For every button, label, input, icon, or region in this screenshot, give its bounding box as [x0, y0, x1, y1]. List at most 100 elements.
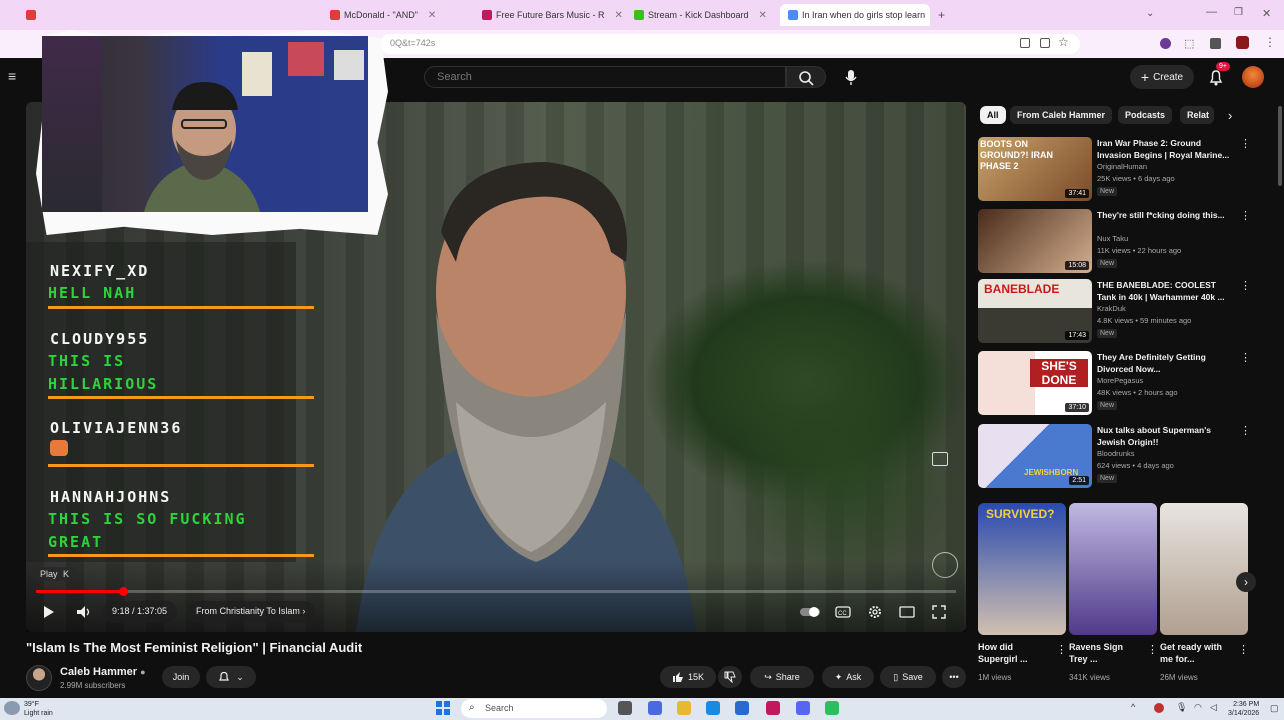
more-options-icon[interactable]: ⋮	[1147, 643, 1158, 656]
chips-next-chevron-icon[interactable]: ›	[1228, 108, 1232, 123]
expand-overlay-icon[interactable]	[932, 452, 948, 466]
maximize-icon[interactable]: ❐	[1234, 7, 1243, 18]
create-button[interactable]: + Create	[1130, 65, 1194, 89]
shorts-next-chevron-icon[interactable]: ›	[1236, 572, 1256, 592]
kick-app-icon[interactable]	[825, 701, 839, 715]
task-view-icon[interactable]	[618, 701, 632, 715]
speaker-icon[interactable]: ◁	[1210, 702, 1217, 713]
recommendation-item[interactable]: JEWISHBORN 2:51 Nux talks about Superman…	[978, 424, 1251, 490]
tray-app-icon[interactable]	[1154, 703, 1164, 713]
microphone-tray-icon[interactable]: 🎙	[1176, 702, 1187, 713]
taskbar-clock[interactable]: 2:36 PM 3/14/2026	[1228, 700, 1259, 718]
chapter-label: From Christianity To Islam	[196, 606, 300, 616]
close-tab-icon[interactable]: ✕	[759, 10, 767, 21]
autoplay-toggle[interactable]	[798, 602, 822, 622]
toggle-icon	[800, 607, 820, 617]
tray-overflow-chevron-icon[interactable]: ^	[1131, 702, 1135, 712]
weather-temp: 39°F	[24, 701, 39, 708]
profile-extension-icon[interactable]	[1210, 38, 1221, 49]
shield-extension-icon[interactable]	[1236, 36, 1249, 49]
more-options-icon[interactable]: ⋮	[1240, 351, 1251, 364]
tab-4-active[interactable]: In Iran when do girls stop learn ✕	[780, 4, 930, 26]
taskbar-search-input[interactable]: Search	[461, 699, 607, 718]
new-tab-icon[interactable]: +	[938, 8, 945, 22]
page-scrollbar[interactable]	[1278, 106, 1282, 186]
discord-icon[interactable]	[796, 701, 810, 715]
more-options-icon[interactable]: ⋮	[1240, 137, 1251, 150]
search-input[interactable]: Search	[424, 66, 786, 88]
chip-podcasts[interactable]: Podcasts	[1118, 106, 1173, 124]
more-options-icon[interactable]: ⋮	[1240, 279, 1251, 292]
notification-center-icon[interactable]: ▢	[1270, 703, 1279, 714]
like-button[interactable]: 15K	[660, 666, 716, 688]
close-tab-icon[interactable]: ✕	[615, 10, 622, 21]
more-options-icon[interactable]: ⋮	[1240, 209, 1251, 222]
weather-widget[interactable]: 39°F Light rain	[24, 700, 53, 718]
close-window-icon[interactable]: ✕	[1262, 7, 1271, 20]
more-actions-button[interactable]: •••	[942, 666, 966, 688]
account-avatar[interactable]	[1242, 66, 1264, 88]
chapter-button[interactable]: From Christianity To Islam ›	[186, 601, 316, 623]
chip-all[interactable]: All	[980, 106, 1006, 124]
chip-from-channel[interactable]: From Caleb Hammer	[1010, 106, 1113, 124]
video-thumbnail[interactable]: BOOTS ON GROUND?! IRAN PHASE 2 37:41	[978, 137, 1092, 201]
hamburger-menu-icon[interactable]: ≡	[8, 68, 16, 84]
recommendation-item[interactable]: BANEBLADE 17:43 THE BANEBLADE: COOLEST T…	[978, 279, 1251, 345]
search-button[interactable]	[786, 66, 826, 88]
ask-button[interactable]: ✦ Ask	[822, 666, 874, 688]
short-thumbnail[interactable]: SURVIVED?	[978, 503, 1066, 635]
url-field[interactable]: 0Q&t=742s	[380, 34, 1080, 54]
video-thumbnail[interactable]: BANEBLADE 17:43	[978, 279, 1092, 343]
recommendation-item[interactable]: 15:08 They're still f*cking doing this..…	[978, 209, 1251, 275]
tab-3[interactable]: Stream - Kick Dashboard ✕	[634, 4, 774, 26]
channel-avatar[interactable]	[26, 665, 52, 691]
short-thumbnail[interactable]	[1160, 503, 1248, 635]
voice-search-button[interactable]	[838, 66, 864, 88]
copilot-icon[interactable]	[648, 701, 662, 715]
short-thumbnail[interactable]	[1069, 503, 1157, 635]
recommendation-item[interactable]: SHE'S DONE 37:10 They Are Definitely Get…	[978, 351, 1251, 417]
video-thumbnail[interactable]: 15:08	[978, 209, 1092, 273]
dislike-button[interactable]	[718, 666, 742, 688]
wifi-icon[interactable]: ◠	[1194, 702, 1202, 713]
windows-start-icon[interactable]	[436, 701, 450, 715]
theater-mode-button[interactable]	[896, 602, 918, 622]
volume-button[interactable]	[72, 602, 96, 622]
browser-menu-icon[interactable]: ⋮	[1264, 35, 1276, 49]
minimize-icon[interactable]: —	[1206, 6, 1217, 18]
channel-name[interactable]: Caleb Hammer ●	[60, 666, 146, 678]
kick-favicon-icon	[634, 10, 644, 20]
tab-1[interactable]: McDonald - "AND" ✕	[330, 4, 470, 26]
extension-icon[interactable]	[1160, 38, 1171, 49]
install-app-icon[interactable]	[1040, 38, 1050, 48]
more-options-icon[interactable]: ⋮	[1238, 643, 1249, 656]
captions-button[interactable]: CC	[832, 602, 854, 622]
share-button[interactable]: ↪ Share	[750, 666, 814, 688]
file-explorer-icon[interactable]	[677, 701, 691, 715]
more-options-icon[interactable]: ⋮	[1240, 424, 1251, 437]
tab-2[interactable]: Free Future Bars Music - R ✕	[482, 4, 622, 26]
settings-button[interactable]	[864, 602, 886, 622]
edge-icon[interactable]	[706, 701, 720, 715]
fullscreen-button[interactable]	[928, 602, 950, 622]
recommendation-item[interactable]: BOOTS ON GROUND?! IRAN PHASE 2 37:41 Ira…	[978, 137, 1251, 203]
progress-bar[interactable]	[36, 587, 956, 596]
more-options-icon[interactable]: ⋮	[1056, 643, 1067, 656]
save-button[interactable]: ▯ Save	[880, 666, 936, 688]
video-thumbnail[interactable]: SHE'S DONE 37:10	[978, 351, 1092, 415]
video-thumbnail[interactable]: JEWISHBORN 2:51	[978, 424, 1092, 488]
bookmark-star-icon[interactable]: ☆	[1058, 35, 1069, 49]
extensions-puzzle-icon[interactable]: ⬚	[1184, 37, 1194, 50]
join-button[interactable]: Join	[162, 666, 200, 688]
browser-app-icon[interactable]	[766, 701, 780, 715]
subscription-bell-button[interactable]: ⌄	[206, 666, 256, 688]
chip-related[interactable]: Relat	[1180, 106, 1214, 124]
page-action-icon[interactable]	[1020, 38, 1030, 48]
tab-list-chevron-icon[interactable]: ⌄	[1146, 8, 1154, 19]
duration-badge: 37:41	[1065, 189, 1089, 198]
play-button[interactable]	[36, 602, 60, 622]
tab-kick-dashboard-hidden[interactable]	[26, 4, 166, 26]
store-icon[interactable]	[735, 701, 749, 715]
close-tab-icon[interactable]: ✕	[428, 10, 436, 21]
clock-date: 3/14/2026	[1228, 710, 1260, 717]
